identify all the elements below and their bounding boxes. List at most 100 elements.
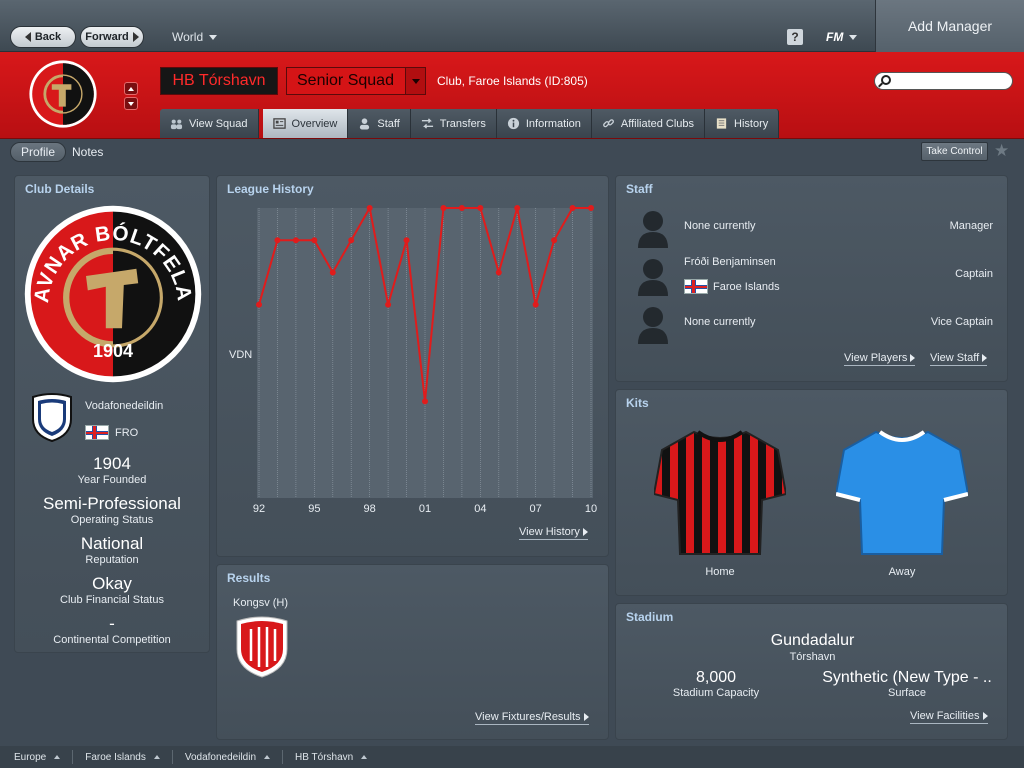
world-menu[interactable]: World [172,30,218,44]
captain-name[interactable]: Fróði Benjaminsen [684,256,776,268]
next-club-button[interactable] [124,97,138,110]
league-position-point[interactable] [292,237,299,244]
league-position-point[interactable] [348,237,355,244]
results-panel: Results Kongsv (H) View Fixtures/Results [216,564,609,740]
league-position-point[interactable] [569,205,576,211]
view-facilities-link[interactable]: View Facilities [910,710,988,724]
operating-status: Semi-Professional Operating Status [15,494,209,526]
kits-panel: Kits Home Away [615,389,1008,596]
view-history-link[interactable]: View History [519,526,588,540]
y-axis-label: VDN [229,349,252,361]
league-position-point[interactable] [256,301,262,308]
chart-grid [257,208,593,498]
squad-dropdown-toggle[interactable] [405,68,425,94]
league-history-panel: League History VDN 92 95 98 01 04 07 10 View H… [216,175,609,557]
tab-label: Affiliated Clubs [620,117,695,130]
overview-icon [272,118,286,129]
breadcrumb-item-europe[interactable]: Europe [14,750,74,764]
view-fixtures-link[interactable]: View Fixtures/Results [475,711,589,725]
breadcrumb-label: Vodafonedeildin [184,751,257,763]
league-position-point[interactable] [514,205,521,211]
continental-competition-label: Continental Competition [53,634,171,646]
league-position-point[interactable] [495,269,502,276]
league-position-point[interactable] [366,205,373,211]
x-tick-label: 01 [419,503,431,515]
profile-tab[interactable]: Profile [10,142,67,162]
breadcrumb-item-league[interactable]: Vodafonedeildin [184,750,284,764]
arrow-right-icon [582,528,588,536]
vice-captain-name: None currently [684,316,756,328]
league-position-point[interactable] [329,269,336,276]
captain-nation[interactable]: Faroe Islands [684,279,780,294]
view-players-label: View Players [844,352,908,364]
book-icon [716,118,727,129]
away-kit-icon[interactable] [836,428,968,558]
tab-affiliated-clubs[interactable]: Affiliated Clubs [591,109,706,138]
league-position-point[interactable] [422,398,428,405]
league-position-point[interactable] [458,205,465,211]
help-button[interactable]: ? [787,29,803,45]
league-position-point[interactable] [311,237,318,244]
tab-transfers[interactable]: Transfers [410,109,497,138]
league-position-point[interactable] [551,237,558,244]
person-silhouette-icon [638,259,668,296]
panel-title: Kits [626,396,649,410]
league-position-point[interactable] [440,205,447,211]
reputation: National Reputation [15,534,209,566]
tab-label: Transfers [439,117,486,130]
tab-overview[interactable]: Overview [262,109,349,138]
league-position-point[interactable] [403,237,410,244]
previous-club-button[interactable] [124,82,138,95]
arrow-right-icon [583,713,589,721]
breadcrumb-item-club[interactable]: HB Tórshavn [295,750,379,764]
chevron-down-icon [128,101,134,106]
tab-view-squad[interactable]: View Squad [160,109,259,138]
back-button[interactable]: Back [10,26,76,48]
tab-history[interactable]: History [705,109,780,138]
world-label: World [172,30,204,44]
club-nation[interactable]: FRO [85,425,138,440]
x-tick-label: 98 [364,503,376,515]
breadcrumb-item-faroe-islands[interactable]: Faroe Islands [85,750,173,764]
home-kit-icon[interactable] [654,428,786,558]
view-staff-link[interactable]: View Staff [930,352,988,366]
fm-menu[interactable]: FM [826,30,858,44]
next-opponent[interactable]: Kongsv (H) [233,597,288,609]
tab-label: Staff [377,117,400,130]
club-details-panel: Club Details HAVNAR BÓLTFELAG 1904 Vodaf… [14,175,210,653]
league-position-point[interactable] [532,301,539,308]
favourite-star-icon[interactable]: ★ [994,141,1009,161]
vice-captain-role: Vice Captain [930,316,993,328]
take-control-button[interactable]: Take Control [921,142,988,161]
search-input[interactable] [874,72,1013,90]
squad-selector[interactable]: Senior Squad [286,67,426,95]
tab-information[interactable]: Information [496,109,592,138]
year-founded-value: 1904 [93,454,131,473]
chevron-up-icon [361,755,368,759]
league-position-point[interactable] [274,237,281,244]
club-switcher[interactable] [124,82,138,110]
forward-button[interactable]: Forward [80,26,144,48]
view-players-link[interactable]: View Players [844,352,916,366]
tab-staff[interactable]: Staff [348,109,411,138]
home-kit-label: Home [705,566,735,578]
info-icon [507,117,519,130]
club-crest-icon [29,60,97,128]
league-name[interactable]: Vodafonedeildin [85,400,163,412]
person-silhouette-icon [638,211,668,248]
league-position-point[interactable] [588,205,594,211]
people-icon [170,119,183,130]
tab-label: View Squad [189,117,248,130]
add-manager-button[interactable]: Add Manager [875,0,1024,52]
financial-status-label: Club Financial Status [60,594,164,606]
league-history-chart: VDN 92 95 98 01 04 07 10 [229,205,597,515]
person-silhouette-icon [638,307,668,344]
chevron-up-icon [54,755,61,759]
tab-label: Information [525,117,581,130]
reputation-label: Reputation [85,554,139,566]
league-position-point[interactable] [385,301,392,308]
league-position-point[interactable] [477,205,484,211]
notes-tab[interactable]: Notes [62,142,113,162]
faroe-flag-icon [684,279,708,294]
breadcrumb-label: Faroe Islands [85,751,146,763]
